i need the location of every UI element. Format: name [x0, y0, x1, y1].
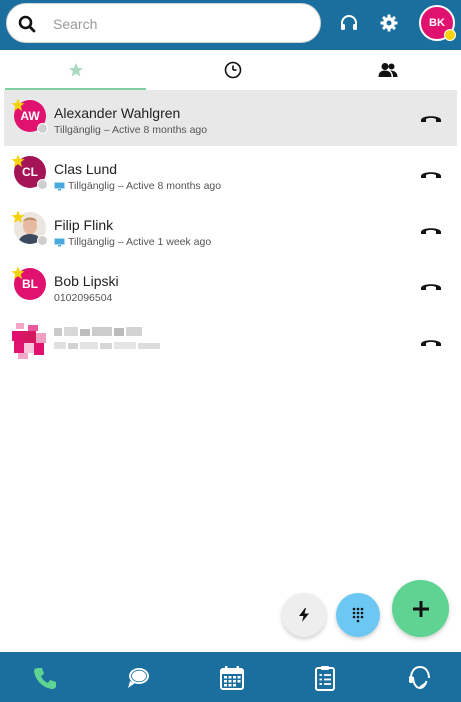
gear-icon[interactable] [379, 13, 399, 33]
user-avatar[interactable]: BK [419, 5, 456, 41]
list-item[interactable]: CL Clas Lund Tillgänglig – Active 8 mont… [4, 146, 457, 202]
phone-icon[interactable] [32, 665, 58, 691]
list-item[interactable]: BL Bob Lipski 0102096504 [4, 258, 457, 314]
search-icon [18, 15, 36, 33]
search-input[interactable] [53, 13, 303, 35]
favorite-star-icon [11, 154, 25, 167]
tab-favorites[interactable] [5, 50, 146, 90]
contact-name: Filip Flink [54, 217, 114, 233]
blurred-avatar [12, 323, 46, 359]
phone-icon[interactable] [420, 280, 442, 292]
dialpad-button[interactable] [336, 593, 380, 637]
user-initials: BK [429, 17, 445, 29]
contact-phone-number: 0102096504 [54, 292, 113, 304]
contact-status: Tillgänglig – Active 1 week ago [54, 236, 211, 248]
phone-icon[interactable] [420, 224, 442, 236]
lightning-icon [299, 608, 309, 622]
favorite-star-icon [11, 266, 25, 279]
search-bar[interactable] [6, 3, 321, 43]
contact-name: Bob Lipski [54, 273, 119, 289]
tab-bar [0, 50, 461, 90]
clock-icon [224, 61, 241, 79]
presence-indicator [37, 235, 48, 246]
plus-icon [412, 600, 429, 617]
presence-indicator [37, 123, 48, 134]
star-icon [68, 63, 83, 77]
phone-icon[interactable] [420, 112, 442, 124]
quick-action-button[interactable] [282, 593, 326, 637]
contact-name: Clas Lund [54, 161, 118, 177]
support-icon[interactable] [406, 665, 432, 691]
favorite-star-icon [11, 98, 25, 111]
contact-status: Tillgänglig – Active 8 months ago [54, 124, 208, 136]
desktop-icon [54, 238, 65, 246]
presence-indicator [37, 179, 48, 190]
top-bar: BK [0, 0, 461, 50]
headset-icon[interactable] [339, 13, 359, 33]
list-item[interactable]: Filip Flink Tillgänglig – Active 1 week … [4, 202, 457, 258]
desktop-icon [54, 182, 65, 190]
dialpad-icon [352, 607, 364, 623]
tab-recent[interactable] [162, 50, 303, 90]
chat-icon[interactable] [125, 665, 151, 691]
people-icon [378, 63, 397, 77]
phone-icon[interactable] [420, 336, 442, 348]
list-item[interactable]: AW Alexander Wahlgren Tillgänglig – Acti… [4, 90, 457, 146]
contact-status: Tillgänglig – Active 8 months ago [54, 180, 221, 192]
list-item[interactable] [4, 314, 457, 370]
blurred-text [54, 327, 160, 349]
contact-name: Alexander Wahlgren [54, 105, 181, 121]
tab-contacts[interactable] [317, 50, 458, 90]
add-button[interactable] [392, 580, 449, 637]
favorite-star-icon [11, 210, 25, 223]
status-indicator [444, 29, 456, 41]
calendar-icon[interactable] [219, 665, 245, 691]
phone-icon[interactable] [420, 168, 442, 180]
clipboard-icon[interactable] [312, 665, 338, 691]
bottom-nav [0, 652, 461, 702]
